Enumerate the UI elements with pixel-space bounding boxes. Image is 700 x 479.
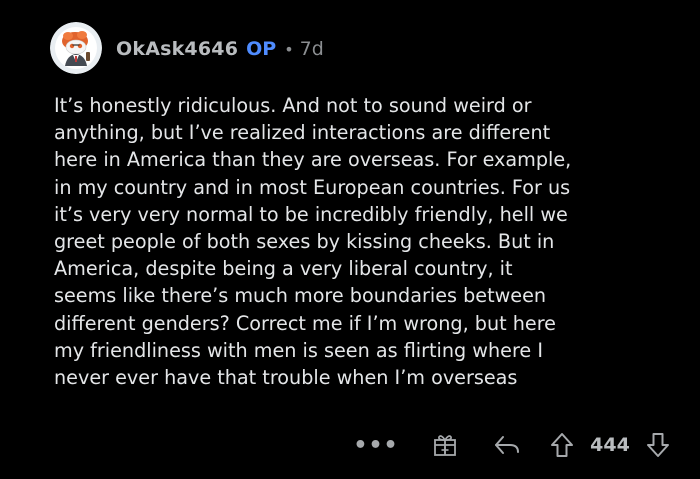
comment-body-line: my friendliness with men is seen as flir…: [54, 338, 543, 362]
comment-body-line: anything, but I’ve realized interactions…: [54, 121, 551, 145]
comment-body-line: different genders? Correct me if I’m wro…: [54, 311, 556, 335]
reply-button[interactable]: [490, 428, 524, 462]
more-options-button[interactable]: •••: [353, 428, 397, 462]
comment-body: It’s honestly ridiculous. And not to sou…: [54, 92, 694, 391]
comment-age: 7d: [299, 38, 324, 60]
comment-actions: ••• 444: [0, 428, 700, 462]
comment-body-line: here in America than they are overseas. …: [54, 148, 572, 172]
comment: OkAsk4646 OP • 7d It’s honestly ridiculo…: [0, 0, 700, 479]
upvote-arrow-icon: [551, 433, 573, 457]
comment-body-line: seems like there’s much more boundaries …: [54, 284, 547, 308]
comment-body-line: It’s honestly ridiculous. And not to sou…: [54, 94, 532, 117]
downvote-arrow-icon: [647, 433, 669, 457]
snoo-avatar-icon: [50, 22, 102, 74]
downvote-button[interactable]: [642, 428, 674, 462]
reply-arrow-icon: [495, 436, 519, 454]
comment-body-line: it’s very very normal to be incredibly f…: [54, 202, 568, 226]
comment-body-line: never ever have that trouble when I’m ov…: [54, 366, 518, 390]
more-options-label: •••: [353, 432, 399, 458]
award-button[interactable]: [430, 428, 460, 462]
user-avatar[interactable]: [50, 22, 102, 74]
comment-body-line: America, despite being a very liberal co…: [54, 257, 513, 281]
separator-dot: •: [284, 39, 294, 59]
comment-body-line: greet people of both sexes by kissing ch…: [54, 230, 555, 254]
vote-score: 444: [590, 434, 630, 456]
username[interactable]: OkAsk4646: [116, 38, 238, 60]
op-badge: OP: [246, 38, 277, 60]
comment-body-line: in my country and in most European count…: [54, 175, 571, 199]
upvote-button[interactable]: [546, 428, 578, 462]
comment-header: OkAsk4646 OP • 7d: [116, 36, 324, 62]
gift-award-icon: [434, 435, 456, 456]
